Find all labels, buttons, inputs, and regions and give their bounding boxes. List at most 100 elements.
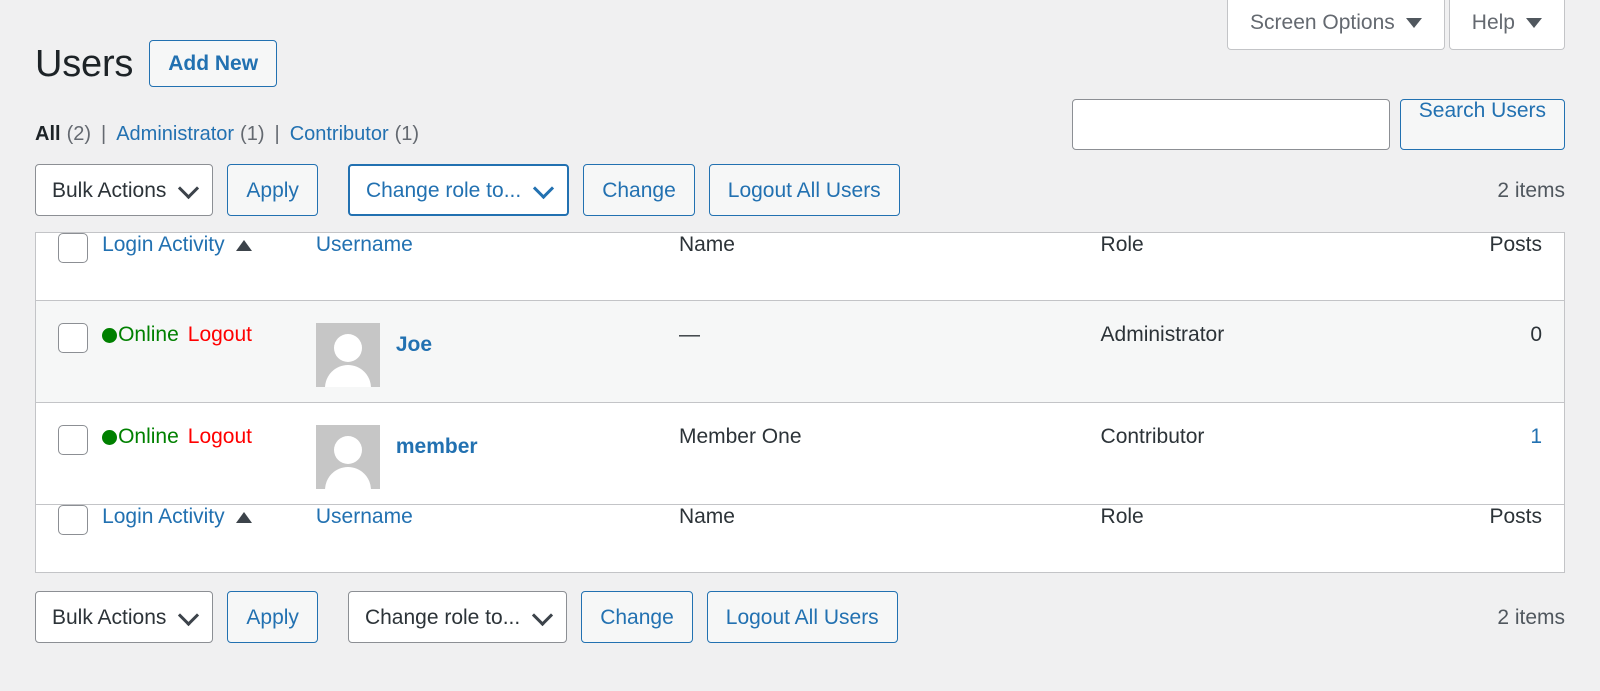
- posts-count[interactable]: 1: [1530, 425, 1542, 448]
- change-role-label: Change role to...: [366, 180, 521, 201]
- avatar-head: [334, 334, 362, 362]
- column-footer-posts: Posts: [1439, 505, 1564, 573]
- avatar: [316, 425, 380, 489]
- column-header-username: Username: [316, 233, 679, 301]
- sort-ascending-icon: [236, 240, 252, 251]
- chevron-down-icon: [1406, 18, 1422, 28]
- online-status-icon: [102, 430, 117, 445]
- username-cell: Joe: [316, 301, 679, 403]
- sort-username-bottom[interactable]: Username: [316, 505, 413, 529]
- bulk-actions-label: Bulk Actions: [52, 607, 166, 628]
- column-footer-role: Role: [1101, 505, 1440, 573]
- filter-link-all[interactable]: All: [35, 124, 61, 144]
- change-role-select-top[interactable]: Change role to...: [348, 164, 569, 216]
- name-cell: Member One: [679, 403, 1101, 505]
- chevron-down-icon: [532, 605, 553, 626]
- apply-button-top[interactable]: Apply: [227, 164, 318, 216]
- role-filter-links: All (2) | Administrator (1) | Contributo…: [35, 124, 419, 144]
- displaying-num-bottom: 2 items: [1497, 607, 1565, 628]
- online-status-icon: [102, 328, 117, 343]
- select-all-checkbox-bottom[interactable]: [58, 505, 88, 535]
- filter-separator: |: [101, 124, 106, 144]
- users-table-foot: Login Activity Username Name Role Posts: [36, 505, 1565, 573]
- filter-link-administrator[interactable]: Administrator: [116, 124, 234, 144]
- role-cell: Contributor: [1101, 403, 1440, 505]
- screen-options-button[interactable]: Screen Options: [1227, 0, 1445, 50]
- displaying-num-top: 2 items: [1497, 180, 1565, 201]
- change-role-button-bottom[interactable]: Change: [581, 591, 693, 643]
- bulk-actions-select-bottom[interactable]: Bulk Actions: [35, 591, 213, 643]
- table-row: Online Logout Joe —: [36, 301, 1565, 403]
- user-identity: member: [316, 425, 679, 489]
- logout-all-users-button-bottom[interactable]: Logout All Users: [707, 591, 898, 643]
- logout-link[interactable]: Logout: [188, 425, 252, 449]
- column-footer-login-activity: Login Activity: [102, 505, 316, 573]
- table-row: Online Logout member Member One: [36, 403, 1565, 505]
- screen-options-label: Screen Options: [1250, 12, 1395, 33]
- filter-link-contributor[interactable]: Contributor: [290, 124, 389, 144]
- username-link[interactable]: member: [396, 425, 478, 459]
- row-checkbox[interactable]: [58, 323, 88, 353]
- bulk-actions-label: Bulk Actions: [52, 180, 166, 201]
- chevron-down-icon: [1526, 18, 1542, 28]
- select-all-checkbox-top[interactable]: [58, 233, 88, 263]
- bulk-actions-select-top[interactable]: Bulk Actions: [35, 164, 213, 216]
- column-label-role: Role: [1101, 505, 1144, 528]
- tablenav-top: Bulk Actions Apply Change role to... Cha…: [35, 164, 1565, 216]
- column-header-posts: Posts: [1439, 233, 1564, 301]
- user-identity: Joe: [316, 323, 679, 387]
- avatar-head: [334, 436, 362, 464]
- search-users-button[interactable]: Search Users: [1400, 99, 1565, 150]
- users-table-body: Online Logout Joe —: [36, 301, 1565, 505]
- help-label: Help: [1472, 12, 1515, 33]
- screen-meta-bar: Screen Options Help: [1227, 0, 1565, 50]
- select-all-footer: [36, 505, 103, 573]
- column-footer-name: Name: [679, 505, 1101, 573]
- user-search-form: Search Users: [1072, 99, 1565, 150]
- change-role-select-bottom[interactable]: Change role to...: [348, 591, 567, 643]
- role-value: Contributor: [1101, 425, 1205, 448]
- name-cell: —: [679, 301, 1101, 403]
- apply-button-bottom[interactable]: Apply: [227, 591, 318, 643]
- sort-login-activity-top[interactable]: Login Activity: [102, 233, 252, 257]
- chevron-down-icon: [178, 178, 199, 199]
- column-label-login-activity: Login Activity: [102, 233, 225, 257]
- tablenav-bottom: Bulk Actions Apply Change role to... Cha…: [35, 591, 1565, 643]
- help-button[interactable]: Help: [1449, 0, 1565, 50]
- row-select-cell: [36, 301, 103, 403]
- logout-link[interactable]: Logout: [188, 323, 252, 347]
- column-header-name: Name: [679, 233, 1101, 301]
- column-header-login-activity: Login Activity: [102, 233, 316, 301]
- column-header-role: Role: [1101, 233, 1440, 301]
- users-table: Login Activity Username Name Role Posts: [35, 232, 1565, 573]
- online-status-text: Online: [118, 323, 179, 347]
- chevron-down-icon: [533, 178, 554, 199]
- bulk-actions-group-bottom: Bulk Actions Apply Change role to... Cha…: [35, 591, 898, 643]
- users-table-head: Login Activity Username Name Role Posts: [36, 233, 1565, 301]
- sort-login-activity-bottom[interactable]: Login Activity: [102, 505, 252, 529]
- search-input[interactable]: [1072, 99, 1390, 150]
- sort-ascending-icon: [236, 512, 252, 523]
- column-footer-username: Username: [316, 505, 679, 573]
- add-new-button[interactable]: Add New: [149, 40, 277, 87]
- name-value: —: [679, 323, 700, 346]
- change-role-label: Change role to...: [365, 607, 520, 628]
- posts-cell: 1: [1439, 403, 1564, 505]
- table-header-row: Login Activity Username Name Role Posts: [36, 233, 1565, 301]
- avatar-body: [325, 467, 371, 489]
- online-status-text: Online: [118, 425, 179, 449]
- column-label-role: Role: [1101, 233, 1144, 256]
- login-activity: Online Logout: [102, 425, 252, 449]
- avatar: [316, 323, 380, 387]
- page-title: Users: [35, 45, 133, 83]
- row-checkbox[interactable]: [58, 425, 88, 455]
- column-label-posts: Posts: [1489, 505, 1542, 528]
- username-cell: member: [316, 403, 679, 505]
- change-role-button-top[interactable]: Change: [583, 164, 695, 216]
- avatar-body: [325, 365, 371, 387]
- role-cell: Administrator: [1101, 301, 1440, 403]
- username-link[interactable]: Joe: [396, 323, 432, 357]
- sort-username-top[interactable]: Username: [316, 233, 413, 257]
- logout-all-users-button-top[interactable]: Logout All Users: [709, 164, 900, 216]
- page-heading: Users Add New: [35, 40, 277, 87]
